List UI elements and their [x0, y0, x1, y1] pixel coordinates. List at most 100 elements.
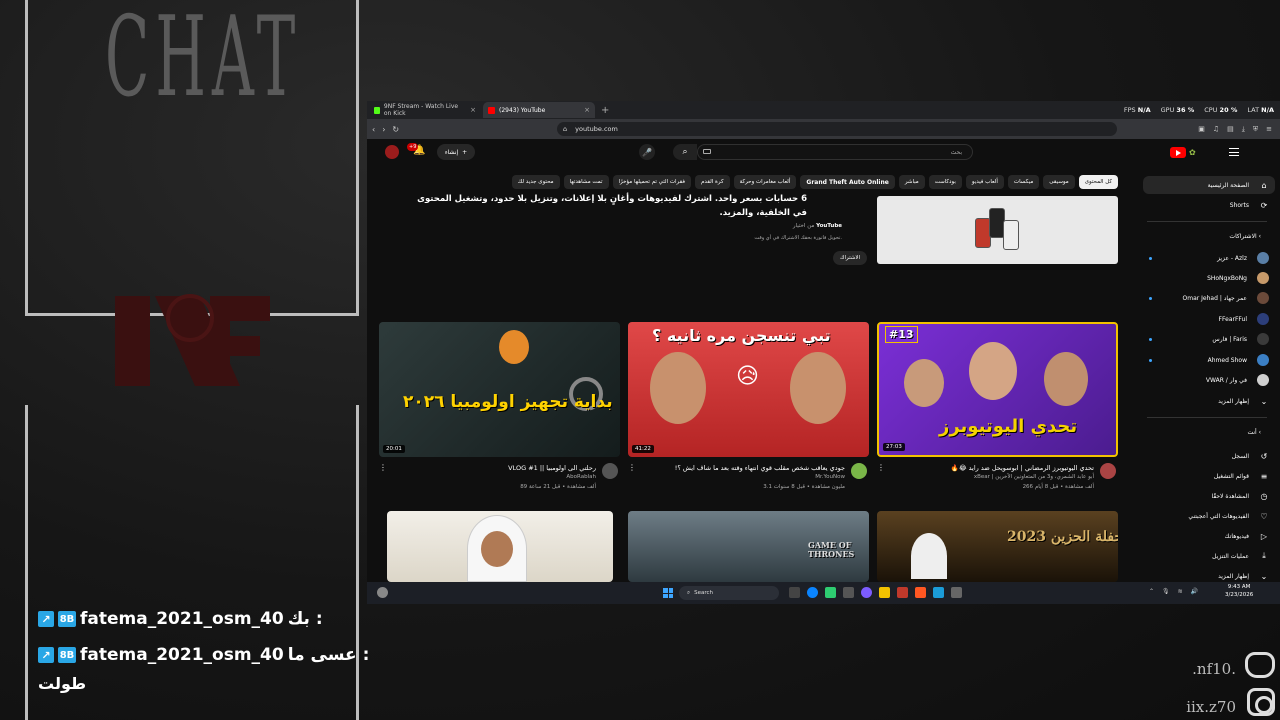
site-info-icon[interactable]: ⌂ — [563, 125, 567, 133]
taskbar-search[interactable]: ⌕ Search — [679, 586, 779, 600]
taskbar-clock[interactable]: 9:43 AM 3/23/2026 — [1225, 584, 1253, 599]
sidebar-item-subscription[interactable]: فارس | Faris — [1143, 330, 1275, 348]
steam-icon[interactable] — [933, 587, 944, 598]
discord-icon[interactable] — [861, 587, 872, 598]
sidebar-show-more[interactable]: إظهار المزيد ⌄ — [1143, 392, 1275, 410]
subscriptions-header[interactable]: الاشتراكات ‹ — [1143, 233, 1267, 240]
video-title[interactable]: جودي يعاقب شخص مقلب قوي انتهاء وقته بعد … — [645, 464, 845, 472]
account-avatar[interactable] — [385, 145, 399, 159]
sidebar-item-subscription[interactable]: Ahmed Show — [1143, 351, 1275, 369]
browser-tab[interactable]: 9NF Stream - Watch Live on Kick × — [369, 102, 481, 118]
chip-football[interactable]: كرة القدم — [695, 175, 730, 189]
shield-icon[interactable]: ⛨ — [1253, 125, 1258, 134]
search-button[interactable]: ⌕ — [673, 144, 697, 160]
file-explorer-icon[interactable] — [879, 587, 890, 598]
chevron-up-icon[interactable]: ⌃ — [1149, 588, 1154, 595]
hamburger-menu-icon[interactable] — [1229, 148, 1239, 156]
chip-action-adventure[interactable]: ألعاب مغامرات وحركة — [733, 175, 797, 189]
chip-all[interactable]: كل المحتوى — [1078, 175, 1118, 189]
more-options-icon[interactable]: ⋮ — [379, 463, 387, 472]
music-icon[interactable]: ♫ — [1213, 125, 1219, 134]
chip-gaming[interactable]: ألعاب فيديو — [965, 175, 1004, 189]
more-options-icon[interactable]: ⋮ — [877, 463, 885, 472]
video-thumbnail[interactable]: تبي تنسجن مره ثانيه ؟ 😥 41:22 — [628, 322, 869, 457]
sidebar-item-history[interactable]: السجل ↺ — [1143, 447, 1275, 465]
sidebar-toggle-icon[interactable]: ▤ — [1227, 125, 1234, 134]
youtube-logo[interactable]: ✿ — [1170, 147, 1196, 158]
video-thumbnail[interactable]: حفلة الحزين 2023 — [877, 511, 1118, 582]
chip-new-to-you[interactable]: محتوى جديد لك — [511, 175, 560, 189]
brave-icon[interactable] — [915, 587, 926, 598]
thumbnail-caption: حفلة الحزين 2023 — [1007, 529, 1118, 545]
premium-promo-note: تحويل فاتورة بحقك الاشتراك في أي وقت. — [754, 235, 842, 241]
sidebar-item-subscription[interactable]: VWAR / في وار — [1143, 371, 1275, 389]
app-icon[interactable] — [825, 587, 836, 598]
video-channel[interactable]: AboRablah — [396, 474, 596, 480]
premium-promo-image[interactable] — [877, 196, 1118, 264]
app-icon[interactable] — [951, 587, 962, 598]
chip-music[interactable]: موسيقى — [1043, 175, 1075, 189]
tab-close-icon[interactable]: × — [470, 106, 476, 114]
chip-live[interactable]: مباشر — [898, 175, 925, 189]
video-thumbnail[interactable]: GAME OF THRONES — [628, 511, 869, 582]
sidebar-item-label: Shorts — [1229, 201, 1249, 209]
sidebar-item-your-videos[interactable]: فيديوهاتك ▷ — [1143, 527, 1275, 545]
video-thumbnail[interactable]: #13 تحدي اليوتيوبرز 27:03 — [877, 322, 1118, 457]
mic-icon: 🎤 — [642, 147, 652, 157]
chip-podcasts[interactable]: بودكاست — [928, 175, 962, 189]
task-view-icon[interactable] — [789, 587, 800, 598]
new-tab-button[interactable]: + — [601, 105, 609, 116]
app-icon[interactable] — [897, 587, 908, 598]
address-bar[interactable]: ⌂ youtube.com — [557, 122, 1117, 136]
sidebar-item-shorts[interactable]: Shorts ⟳ — [1143, 196, 1275, 214]
chip-gta[interactable]: Grand Theft Auto Online — [800, 175, 895, 189]
reload-icon[interactable]: ↻ — [392, 125, 399, 134]
sidebar-item-subscription[interactable]: Omar Jehad | عمر جهاد — [1143, 289, 1275, 307]
wifi-icon[interactable]: ≋ — [1178, 588, 1183, 595]
sidebar-item-home[interactable]: الصفحة الرئيسية ⌂ — [1143, 176, 1275, 194]
more-options-icon[interactable]: ⋮ — [628, 463, 636, 472]
sidebar-item-subscription[interactable]: SHoNgxBoNg — [1143, 269, 1275, 287]
weather-icon[interactable] — [377, 587, 388, 598]
video-channel[interactable]: Mr.YouNow — [645, 474, 845, 480]
video-thumbnail[interactable]: بداية تجهيز اولومبيا ٢٠٢٦ 20:01 — [379, 322, 620, 457]
video-card[interactable]: #13 تحدي اليوتيوبرز 27:03 تحدي اليوتيوبر… — [877, 322, 1118, 505]
browser-menu-icon[interactable]: ≡ — [1266, 125, 1272, 134]
tab-close-icon[interactable]: × — [584, 106, 590, 114]
download-icon[interactable]: ⤓ — [1242, 125, 1245, 134]
channel-avatar[interactable] — [1100, 463, 1116, 479]
sidebar-item-subscription[interactable]: عزيز - Azlz — [1143, 249, 1275, 267]
sidebar-item-downloads[interactable]: عمليات التنزيل ⤓ — [1143, 547, 1275, 565]
chrome-icon[interactable] — [843, 587, 854, 598]
forward-icon[interactable]: › — [382, 125, 385, 134]
windows-start-icon[interactable] — [663, 588, 673, 598]
sidebar-item-subscription[interactable]: FFearFFul — [1143, 310, 1275, 328]
channel-avatar[interactable] — [602, 463, 618, 479]
mic-icon[interactable]: 🎙 — [1162, 588, 1170, 595]
keyboard-icon[interactable] — [703, 149, 711, 154]
extension-icon[interactable]: ▣ — [1198, 125, 1205, 134]
video-duration: 27:03 — [883, 443, 905, 451]
video-title[interactable]: تحدي اليوتيوبرز الرمضاني | ابوسويحل ضد ر… — [894, 464, 1094, 472]
chip-watched[interactable]: تمت مشاهدتها — [563, 175, 609, 189]
video-card[interactable]: تبي تنسجن مره ثانيه ؟ 😥 41:22 جودي يعاقب… — [628, 322, 869, 505]
create-button[interactable]: إنشاء + — [437, 144, 475, 160]
channel-avatar[interactable] — [851, 463, 867, 479]
sidebar-item-playlists[interactable]: قوائم التشغيل ≡ — [1143, 467, 1275, 485]
sidebar-item-watch-later[interactable]: المشاهدة لاحقًا ◷ — [1143, 487, 1275, 505]
video-channel[interactable]: xBear | أبو عابد الشمري، و3 من المتعاوني… — [894, 474, 1094, 480]
chip-mixes[interactable]: ميكسات — [1007, 175, 1040, 189]
video-thumbnail[interactable] — [387, 511, 613, 582]
browser-tab-active[interactable]: (2943) YouTube × — [483, 102, 595, 118]
subscribe-premium-button[interactable]: الاشتراك — [833, 251, 867, 265]
voice-search-button[interactable]: 🎤 — [639, 144, 655, 160]
sidebar-item-liked[interactable]: الفيديوهات التي أعجبتني ♡ — [1143, 507, 1275, 525]
video-card[interactable]: بداية تجهيز اولومبيا ٢٠٢٦ 20:01 رحلتي ال… — [379, 322, 620, 505]
chip-recently-uploaded[interactable]: فقرات التي تم تحميلها مؤخرًا — [612, 175, 691, 189]
back-icon[interactable]: ‹ — [372, 125, 375, 134]
video-title[interactable]: رحلتي الى اولومبيا || VLOG #1 — [396, 464, 596, 472]
you-header[interactable]: أنت ‹ — [1143, 429, 1267, 436]
edge-icon[interactable] — [807, 587, 818, 598]
search-input[interactable]: بحث — [697, 144, 973, 160]
volume-icon[interactable]: 🔊 — [1191, 588, 1198, 595]
